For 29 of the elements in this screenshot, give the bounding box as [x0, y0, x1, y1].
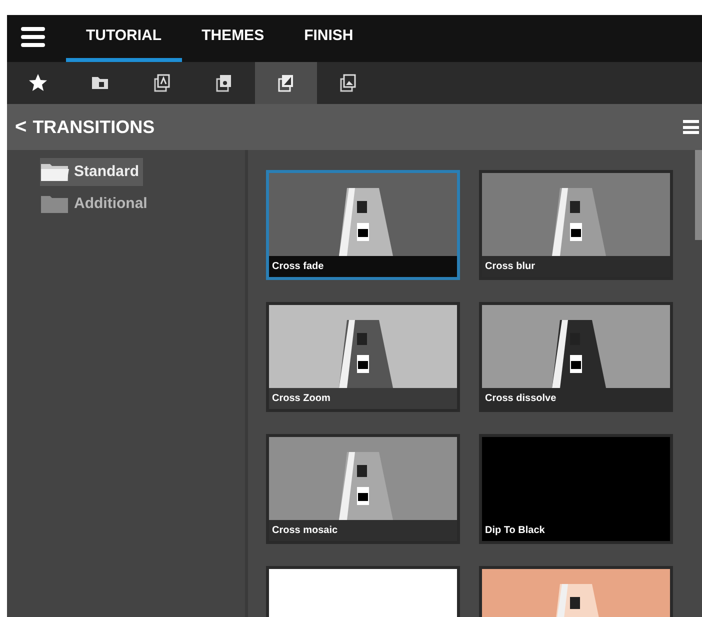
- transition-thumbnail[interactable]: Cross mosaic: [266, 434, 460, 544]
- section-title: TRANSITIONS: [32, 116, 155, 138]
- transition-thumbnail[interactable]: Cross fade: [266, 170, 460, 280]
- thumbnail-label: Dip To Black: [485, 524, 545, 538]
- transition-thumbnail[interactable]: Cross Zoom: [266, 302, 460, 412]
- menu-icon[interactable]: [21, 27, 45, 47]
- folder-item[interactable]: Additional: [40, 190, 152, 218]
- folder-icon: [40, 193, 70, 215]
- thumbnail-label: Cross blur: [485, 260, 536, 274]
- layers-icon: [214, 73, 234, 93]
- back-button[interactable]: <: [15, 117, 27, 137]
- menu-icon[interactable]: [683, 120, 699, 134]
- folder-icon: [40, 161, 70, 183]
- nav-tab[interactable]: FINISH: [284, 15, 374, 62]
- transition-thumbnail[interactable]: Cross blur: [479, 170, 673, 280]
- thumbnail-label: Cross mosaic: [272, 524, 338, 538]
- toolbar-tab[interactable]: [255, 62, 317, 104]
- nav-tab[interactable]: THEMES: [182, 15, 284, 62]
- layers-icon: [152, 73, 172, 93]
- thumbnail-label: Cross fade: [272, 260, 324, 274]
- star-icon: [28, 73, 48, 93]
- layers-icon: [276, 73, 296, 93]
- thumbnail-label: Cross dissolve: [485, 392, 556, 406]
- folder-item[interactable]: Standard: [40, 158, 144, 186]
- thumbnail-label: Cross Zoom: [272, 392, 330, 406]
- transition-thumbnail[interactable]: Cross dissolve: [479, 302, 673, 412]
- transition-thumbnail[interactable]: Dip To Black: [479, 434, 673, 544]
- layers-icon: [338, 73, 358, 93]
- scrollbar[interactable]: [695, 150, 702, 240]
